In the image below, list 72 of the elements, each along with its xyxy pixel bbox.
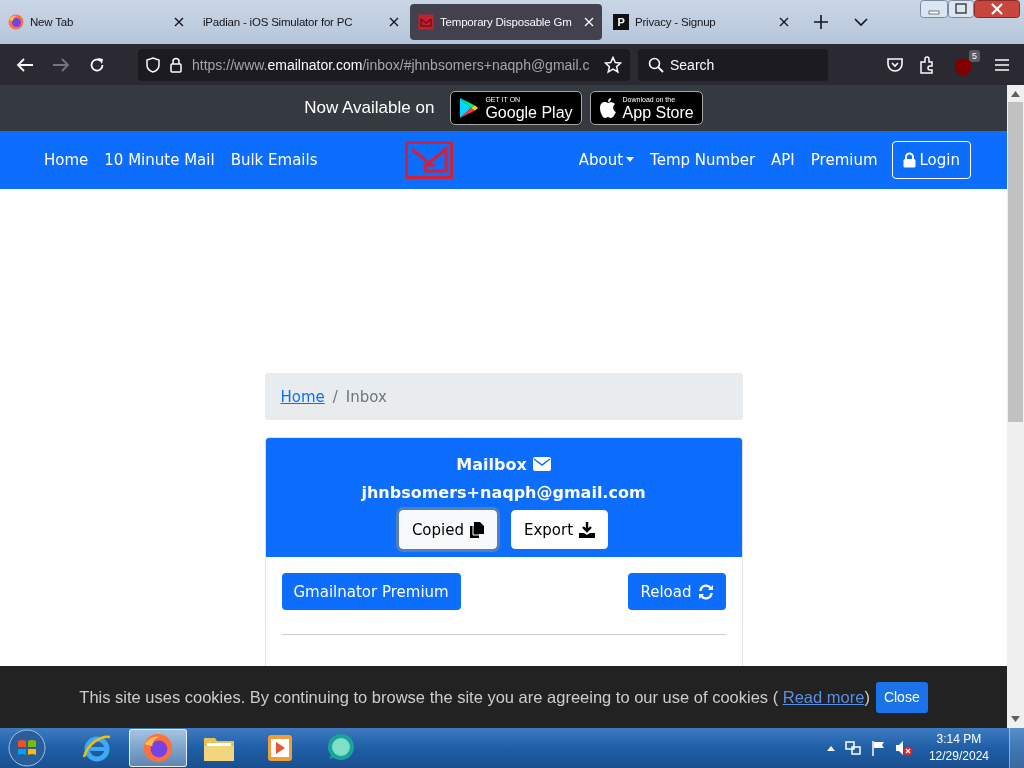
browser-e-icon[interactable] [82, 733, 112, 763]
scroll-up-icon[interactable] [1011, 91, 1020, 97]
envelope-icon [532, 457, 551, 471]
close-icon[interactable] [974, 0, 1020, 18]
browser-tab[interactable]: P Privacy - Signup [605, 4, 797, 40]
nav-dropdown[interactable]: About [570, 151, 643, 169]
firefox-icon [8, 14, 24, 30]
close-button[interactable]: Close [875, 681, 928, 713]
minimize-icon[interactable] [920, 0, 948, 18]
muted-speaker-icon[interactable] [894, 740, 913, 756]
count-badge: 5 [969, 49, 980, 62]
play-triangle-icon [459, 97, 480, 119]
flag-icon[interactable] [870, 740, 885, 756]
scrollbar-thumb[interactable] [1008, 101, 1023, 422]
shield-icon[interactable] [146, 56, 160, 73]
clock-date: 12/29/2024 [928, 748, 989, 765]
show-hidden-icon[interactable] [826, 745, 835, 751]
browser-tab[interactable]: New Tab [0, 4, 192, 40]
new-tab-icon[interactable] [814, 15, 828, 29]
breadcrumb-separator: / [331, 387, 339, 406]
chevron-down-icon[interactable] [854, 17, 868, 27]
scroll-down-icon[interactable] [1011, 716, 1020, 722]
network-icon[interactable] [844, 740, 861, 756]
close-icon[interactable] [389, 17, 399, 27]
envelope-icon [418, 14, 434, 30]
refresh-icon [697, 583, 714, 600]
nav-link[interactable]: Bulk Emails [222, 151, 326, 169]
site-icon: P [613, 14, 629, 30]
address-bar[interactable]: https://www.emailnator.com/inbox/#jhnbsomers+naqph@gmail.c [138, 48, 630, 81]
nav-link[interactable]: Home [36, 151, 97, 169]
login-button[interactable]: Login [891, 141, 971, 179]
nav-link[interactable]: Temp Number [642, 151, 764, 169]
media-player-icon[interactable] [267, 734, 293, 762]
firefox-icon[interactable] [143, 733, 173, 763]
search-field[interactable]: Search [638, 48, 828, 81]
apple-icon [598, 97, 617, 119]
forward-arrow-icon[interactable] [52, 56, 70, 73]
maximize-icon[interactable] [948, 0, 974, 18]
star-icon[interactable] [604, 55, 622, 74]
export-button[interactable]: Export [511, 510, 609, 549]
lock-icon [902, 152, 916, 168]
cookie-notice: This site uses cookies. By continuing to browse the site you are agreeing to our use of cookies ( Read more) [79, 687, 870, 707]
start-button[interactable] [8, 729, 46, 767]
search-icon [648, 56, 664, 73]
reload-icon[interactable] [89, 56, 105, 73]
reload-button[interactable]: Reload [628, 573, 726, 610]
banner-text: Now Available on [304, 98, 435, 118]
copy-button[interactable]: Copied [398, 510, 497, 549]
breadcrumb-current: Inbox [345, 387, 387, 406]
copy-icon [470, 521, 484, 538]
read-more-link[interactable]: Read more [782, 687, 865, 706]
menu-icon[interactable] [994, 57, 1010, 72]
nav-link[interactable]: API [763, 151, 803, 169]
close-icon[interactable] [174, 17, 184, 27]
download-icon [579, 521, 596, 538]
breadcrumb-link[interactable]: Home [280, 387, 325, 406]
taskbar-app[interactable] [129, 729, 187, 767]
back-arrow-icon[interactable] [16, 56, 34, 73]
pocket-icon[interactable] [886, 56, 904, 73]
email-address: jhnbsomers+naqph@gmail.com [361, 482, 646, 502]
mailbox-title: Mailbox [456, 454, 527, 474]
clock-time: 3:14 PM [935, 731, 983, 748]
nav-link[interactable]: 10 Minute Mail [96, 151, 223, 169]
premium-button[interactable]: Gmailnator Premium [281, 573, 461, 610]
lock-icon [170, 56, 182, 73]
chat-bubble-icon[interactable] [325, 733, 357, 763]
browser-tab[interactable]: iPadian - iOS Simulator for PC [195, 4, 407, 40]
browser-tab[interactable]: Temporary Disposable Gm [410, 4, 602, 40]
show-desktop-button[interactable] [1009, 728, 1024, 768]
puzzle-icon[interactable] [918, 55, 936, 74]
nav-link[interactable]: Premium [802, 151, 886, 169]
close-icon[interactable] [779, 17, 789, 27]
